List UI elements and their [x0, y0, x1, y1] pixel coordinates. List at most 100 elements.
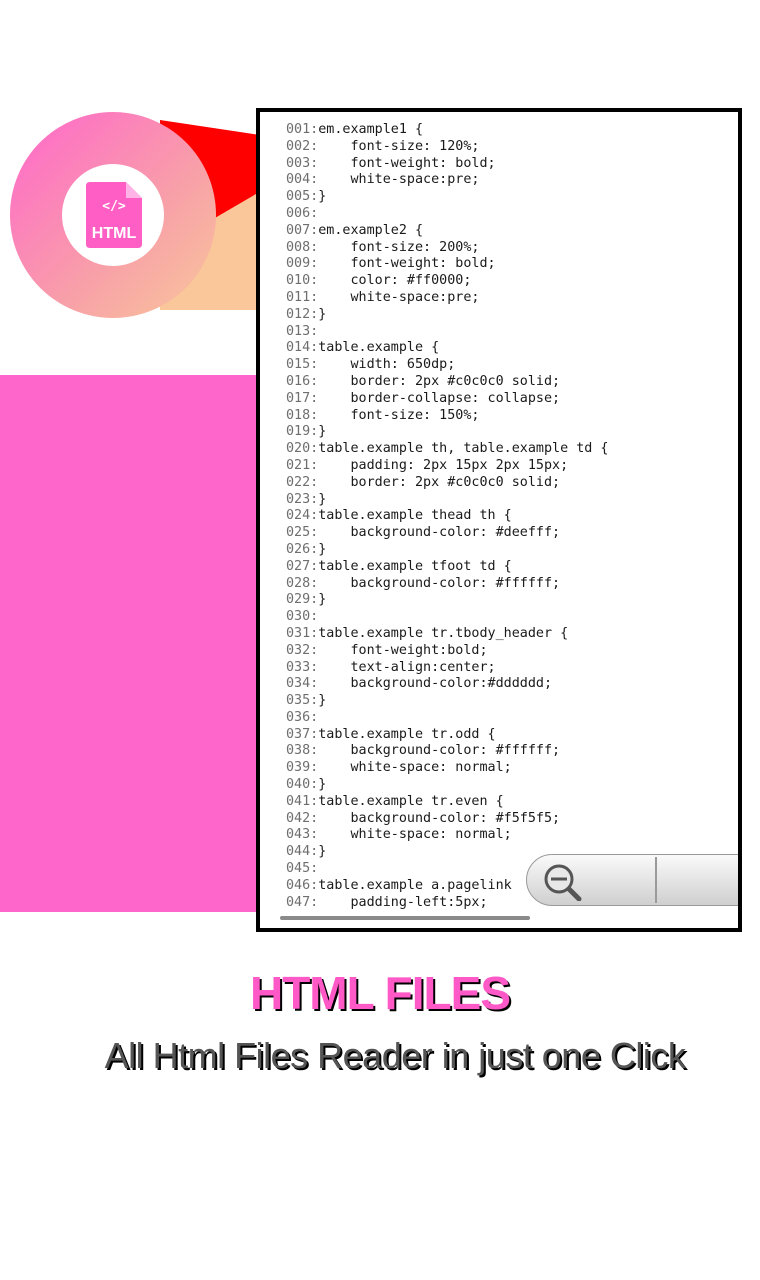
html-badge[interactable]: </> HTML — [10, 112, 216, 318]
line-number: 033: — [286, 659, 319, 675]
line-number: 027: — [286, 558, 319, 574]
line-number: 030: — [286, 609, 319, 625]
code-text: background-color: #f5f5f5; — [318, 810, 561, 826]
code-line: 015: width: 650dp; — [286, 357, 608, 374]
code-line: 023:} — [286, 492, 608, 509]
code-line: 017: border-collapse: collapse; — [286, 391, 608, 408]
code-line: 003: font-weight: bold; — [286, 156, 608, 173]
line-number: 010: — [286, 273, 319, 289]
code-text: table.example tr.tbody_header { — [318, 625, 569, 641]
code-text: } — [318, 491, 327, 507]
code-line: 029:} — [286, 592, 608, 609]
code-text: white-space: normal; — [318, 760, 512, 776]
code-line: 009: font-weight: bold; — [286, 256, 608, 273]
zoom-divider — [655, 857, 657, 903]
code-text: } — [318, 777, 327, 793]
line-number: 032: — [286, 642, 319, 658]
code-line: 027:table.example tfoot td { — [286, 559, 608, 576]
code-line: 005:} — [286, 189, 608, 206]
line-number: 041: — [286, 793, 319, 809]
line-number: 009: — [286, 256, 319, 272]
code-line: 039: white-space: normal; — [286, 760, 608, 777]
code-text: background-color:#dddddd; — [318, 676, 553, 692]
badge-inner-circle: </> HTML — [62, 164, 164, 266]
line-number: 039: — [286, 760, 319, 776]
code-line: 033: text-align:center; — [286, 660, 608, 677]
code-text: } — [318, 844, 327, 860]
code-viewer[interactable]: 001:em.example1 {002: font-size: 120%; 00… — [260, 112, 738, 928]
code-text: font-weight: bold; — [318, 256, 496, 272]
code-line: 026:} — [286, 542, 608, 559]
code-viewer-frame: 001:em.example1 {002: font-size: 120%; 00… — [256, 108, 742, 932]
line-number: 031: — [286, 625, 319, 641]
code-text: border: 2px #c0c0c0 solid; — [318, 373, 561, 389]
code-text: background-color: #deefff; — [318, 525, 561, 541]
line-number: 002: — [286, 138, 319, 154]
code-text: font-size: 200%; — [318, 239, 480, 255]
code-text: } — [318, 189, 327, 205]
code-line: 006: — [286, 206, 608, 223]
code-line: 031:table.example tr.tbody_header { — [286, 626, 608, 643]
code-text: background-color: #ffffff; — [318, 575, 561, 591]
line-number: 022: — [286, 474, 319, 490]
code-line: 032: font-weight:bold; — [286, 643, 608, 660]
line-number: 014: — [286, 340, 319, 356]
line-number: 005: — [286, 189, 319, 205]
pink-background-block — [0, 375, 262, 912]
zoom-in-icon — [733, 861, 738, 901]
badge-label: HTML — [92, 225, 137, 242]
code-text: table.example th, table.example td { — [318, 441, 609, 457]
line-number: 040: — [286, 777, 319, 793]
code-text: table.example a.pagelink — [318, 877, 512, 893]
zoom-out-icon — [544, 864, 582, 902]
code-line: 042: background-color: #f5f5f5; — [286, 811, 608, 828]
code-line: 036: — [286, 710, 608, 727]
code-line: 014:table.example { — [286, 340, 608, 357]
code-text: padding-left:5px; — [318, 894, 488, 910]
line-number: 037: — [286, 726, 319, 742]
code-text: } — [318, 541, 327, 557]
svg-text:</>: </> — [102, 199, 126, 214]
code-line: 004: white-space:pre; — [286, 172, 608, 189]
code-text: font-size: 150%; — [318, 407, 480, 423]
code-text: text-align:center; — [318, 659, 496, 675]
code-text: em.example2 { — [318, 222, 424, 238]
zoom-controls — [526, 854, 738, 906]
zoom-in-button[interactable] — [733, 861, 738, 901]
code-line: 007:em.example2 { — [286, 223, 608, 240]
code-line: 040:} — [286, 777, 608, 794]
line-number: 021: — [286, 457, 319, 473]
code-text: table.example tfoot td { — [318, 558, 512, 574]
code-text: white-space: normal; — [318, 827, 512, 843]
code-line: 028: background-color: #ffffff; — [286, 576, 608, 593]
line-number: 044: — [286, 844, 319, 860]
code-text: font-weight:bold; — [318, 642, 488, 658]
code-line: 020:table.example th, table.example td { — [286, 441, 608, 458]
line-number: 003: — [286, 155, 319, 171]
line-number: 043: — [286, 827, 319, 843]
line-number: 012: — [286, 306, 319, 322]
code-listing: 001:em.example1 {002: font-size: 120%; 00… — [286, 122, 608, 911]
code-line: 041:table.example tr.even { — [286, 794, 608, 811]
line-number: 034: — [286, 676, 319, 692]
line-number: 023: — [286, 491, 319, 507]
line-number: 042: — [286, 810, 319, 826]
line-number: 029: — [286, 592, 319, 608]
line-number: 028: — [286, 575, 319, 591]
line-number: 024: — [286, 508, 319, 524]
code-line: 016: border: 2px #c0c0c0 solid; — [286, 374, 608, 391]
code-line: 021: padding: 2px 15px 2px 15px; — [286, 458, 608, 475]
code-text: width: 650dp; — [318, 357, 456, 373]
line-number: 018: — [286, 407, 319, 423]
code-line: 038: background-color: #ffffff; — [286, 743, 608, 760]
code-line: 018: font-size: 150%; — [286, 408, 608, 425]
line-number: 011: — [286, 289, 319, 305]
code-line: 011: white-space:pre; — [286, 290, 608, 307]
html-file-icon: </> HTML — [86, 182, 142, 248]
code-text: color: #ff0000; — [318, 273, 472, 289]
line-number: 025: — [286, 525, 319, 541]
horizontal-scrollbar[interactable] — [280, 916, 530, 920]
zoom-out-button[interactable] — [539, 861, 591, 902]
code-text: } — [318, 424, 327, 440]
code-text: font-size: 120%; — [318, 138, 480, 154]
